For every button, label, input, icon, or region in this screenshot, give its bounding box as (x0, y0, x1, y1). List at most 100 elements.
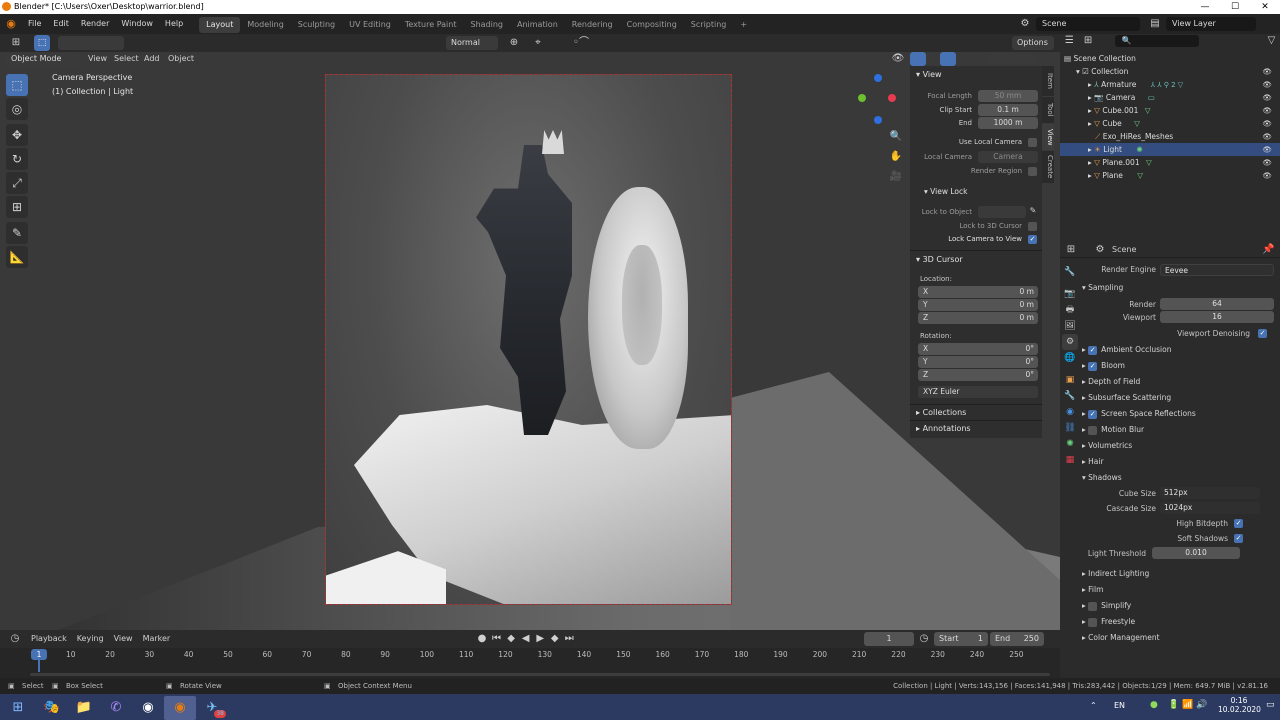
eyedropper-icon[interactable]: ✎ (1028, 204, 1038, 218)
move-tool-icon[interactable]: ✥ (6, 124, 28, 146)
scene-field[interactable]: Scene (1036, 17, 1140, 31)
preview-range-icon[interactable]: ◷ (918, 632, 930, 646)
panel-header-color-management[interactable]: ▸ Color Management (1082, 630, 1278, 646)
panel-checkbox[interactable] (1088, 425, 1098, 435)
world-props-tab-icon[interactable]: 🌐 (1062, 350, 1078, 366)
high-bitdepth-checkbox[interactable]: ✓ (1234, 519, 1243, 528)
visibility-icon[interactable]: 👁 (890, 52, 906, 66)
properties-editor-icon[interactable]: ⊞ (1060, 243, 1082, 257)
tray-icons[interactable]: 🔋 📶 🔊 (1168, 700, 1207, 710)
snap-icon[interactable]: ⌖ (528, 36, 548, 50)
zoom-icon[interactable]: 🔍 (888, 130, 904, 150)
cursor-loc-y[interactable]: Y0 m (918, 299, 1038, 311)
display-mode-icon[interactable]: ⊞ (1079, 34, 1098, 48)
object-props-tab-icon[interactable]: ▣ (1062, 372, 1078, 388)
tab-texture-paint[interactable]: Texture Paint (398, 17, 464, 33)
outliner-search-input[interactable]: 🔍 (1115, 35, 1199, 47)
camera-view-icon[interactable]: 🎥 (888, 170, 904, 190)
lock-camera-to-view-checkbox[interactable]: ✓ (1028, 235, 1037, 244)
add-workspace-button[interactable]: + (733, 17, 754, 33)
menu-add[interactable]: Add (144, 52, 160, 66)
gizmo-toggle-icon[interactable] (910, 52, 926, 66)
tray-app-icon[interactable]: ● (1150, 700, 1158, 710)
telegram-icon[interactable]: ✈ 38 (196, 696, 228, 720)
light-threshold-field[interactable]: 0.010 (1152, 547, 1240, 559)
tab-create[interactable]: Create (1042, 151, 1054, 183)
menu-marker[interactable]: Marker (138, 634, 176, 643)
view-layer-tab-icon[interactable]: 🖼 (1062, 318, 1078, 334)
cursor-rot-z[interactable]: Z 0° (918, 369, 1038, 381)
minimize-button[interactable]: — (1190, 0, 1220, 14)
panel-header-simplify[interactable]: ▸ Simplify (1082, 598, 1278, 614)
menu-file[interactable]: File (22, 14, 47, 34)
panel-checkbox[interactable]: ✓ (1088, 361, 1098, 371)
cube-size-select[interactable]: 512px (1160, 487, 1260, 499)
neg-z-axis-icon[interactable] (874, 116, 882, 124)
tab-compositing[interactable]: Compositing (620, 17, 684, 33)
viewport-samples-field[interactable]: 16 (1160, 311, 1274, 323)
eye-icon[interactable]: 👁 (1262, 117, 1272, 130)
render-props-tab-icon[interactable]: 📷 (1062, 286, 1078, 302)
use-local-camera-checkbox[interactable] (1028, 138, 1037, 147)
texture-props-tab-icon[interactable]: ▦ (1062, 452, 1078, 468)
modifier-props-tab-icon[interactable]: 🔧 (1062, 388, 1078, 404)
overlay-toggle-icon[interactable] (940, 52, 956, 66)
clip-end-field[interactable]: 1000 m (978, 117, 1038, 129)
proportional-edit-icon[interactable]: ◦⌒ (566, 36, 596, 50)
outliner-editor-icon[interactable]: ☰ (1060, 34, 1079, 48)
panel-header-freestyle[interactable]: ▸ Freestyle (1082, 614, 1278, 630)
next-keyframe-icon[interactable]: ◆ (549, 632, 561, 646)
panel-header-volumetrics[interactable]: ▸ Volumetrics (1082, 438, 1278, 454)
cursor-rot-x[interactable]: X 0° (918, 343, 1038, 355)
physics-props-tab-icon[interactable]: ◉ (1062, 404, 1078, 420)
cursor-loc-x[interactable]: X0 m (918, 286, 1038, 298)
rotation-mode-select[interactable]: XYZ Euler (918, 386, 1038, 398)
menu-playback[interactable]: Playback (26, 634, 72, 643)
view-layer-field[interactable]: View Layer (1166, 17, 1256, 31)
viber-icon[interactable]: ✆ (100, 696, 132, 720)
clip-start-field[interactable]: 0.1 m (978, 104, 1038, 116)
menu-help[interactable]: Help (159, 14, 189, 34)
pan-hand-icon[interactable]: ✋ (888, 150, 904, 170)
shadows-header[interactable]: ▾ Shadows (1082, 470, 1278, 486)
tab-uv-editing[interactable]: UV Editing (342, 17, 398, 33)
x-axis-icon[interactable] (888, 94, 896, 102)
panel-header-film[interactable]: ▸ Film (1082, 582, 1278, 598)
lock-to-object-field[interactable] (978, 206, 1026, 218)
object-data-tab-icon[interactable]: ✺ (1062, 436, 1078, 452)
select-mode-buttons[interactable] (58, 36, 124, 50)
scene-props-tab-icon[interactable]: ⚙ (1062, 334, 1078, 350)
panel-header-bloom[interactable]: ▸ ✓ Bloom (1082, 358, 1278, 374)
chrome-icon[interactable]: ◉ (132, 696, 164, 720)
outliner-item-plane-001[interactable]: ▸ ▽ Plane.001 ▽ 👁 (1060, 156, 1280, 169)
blender-taskbar-icon[interactable]: ◉ (164, 695, 196, 720)
pivot-icon[interactable]: ⊕ (504, 36, 524, 50)
eye-icon[interactable]: 👁 (1262, 65, 1272, 78)
eye-icon[interactable]: 👁 (1262, 104, 1272, 117)
jump-end-icon[interactable]: ⏭ (563, 632, 575, 646)
tab-sculpting[interactable]: Sculpting (291, 17, 342, 33)
select-tool-icon[interactable]: ⬚ (34, 35, 50, 51)
menu-timeline-view[interactable]: View (109, 634, 138, 643)
notifications-icon[interactable]: ▭ (1266, 700, 1275, 710)
y-axis-icon[interactable] (858, 94, 866, 102)
outliner-item-light[interactable]: ▸ ☀ Light ✺ 👁 (1060, 143, 1280, 156)
language-indicator[interactable]: EN (1114, 701, 1125, 710)
soft-shadows-checkbox[interactable]: ✓ (1234, 534, 1243, 543)
tab-scripting[interactable]: Scripting (684, 17, 734, 33)
panel-checkbox[interactable] (1088, 617, 1098, 627)
timeline-scrubber[interactable]: 10 20 30 40 50 60 70 80 90 100 110 120 130 140 150 160 1… (0, 648, 1060, 678)
eye-icon[interactable]: 👁 (1262, 91, 1272, 104)
render-samples-field[interactable]: 64 (1160, 298, 1274, 310)
measure-tool-icon[interactable]: 📐 (6, 246, 28, 268)
tab-view[interactable]: View (1042, 124, 1054, 150)
tab-layout[interactable]: Layout (199, 17, 241, 33)
select-box-tool-icon[interactable]: ⬚ (6, 74, 28, 96)
play-icon[interactable]: ▶ (534, 632, 546, 646)
clock[interactable]: 0:16 10.02.2020 (1218, 696, 1261, 714)
panel-header-motion-blur[interactable]: ▸ Motion Blur (1082, 422, 1278, 438)
rotate-tool-icon[interactable]: ↻ (6, 148, 28, 170)
panel-header-ambient-occlusion[interactable]: ▸ ✓ Ambient Occlusion (1082, 342, 1278, 358)
filter-icon[interactable]: ▽ (1263, 34, 1280, 48)
pin-icon[interactable]: 📌 (1262, 243, 1274, 257)
